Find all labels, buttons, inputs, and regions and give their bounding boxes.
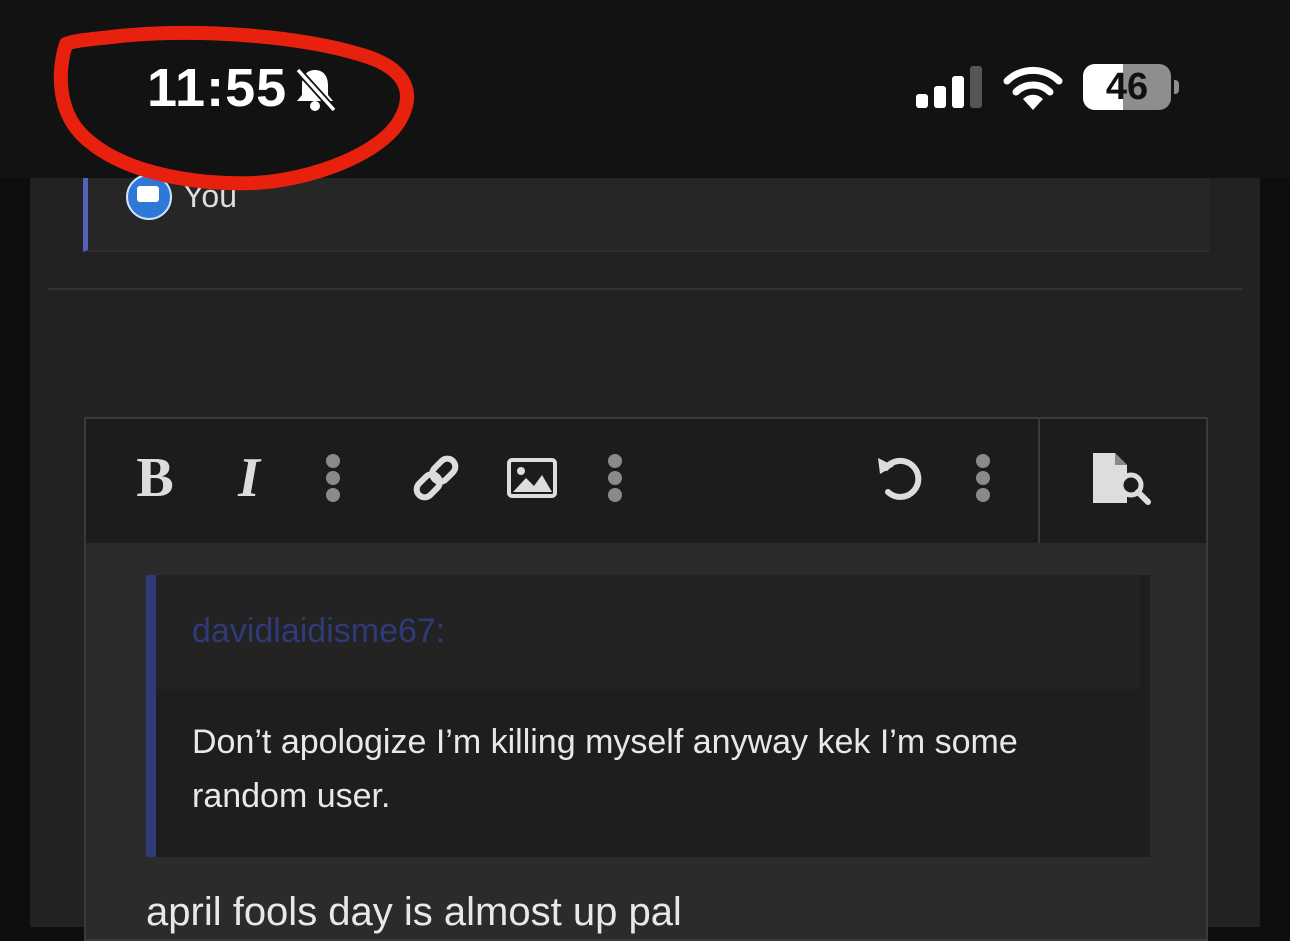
bold-icon: B	[136, 447, 174, 509]
signal-icon	[916, 66, 982, 108]
quote-header: davidlaidisme67:	[156, 575, 1140, 689]
bold-button[interactable]: B	[130, 447, 180, 509]
reply-username: You	[183, 178, 237, 214]
toolbar-divider	[1038, 419, 1040, 543]
undo-button[interactable]	[870, 447, 930, 509]
battery-icon: 46	[1083, 64, 1179, 112]
image-icon	[507, 458, 557, 498]
italic-icon: I	[238, 447, 260, 509]
post-divider	[48, 288, 1242, 290]
undo-icon	[878, 457, 922, 500]
quote-text: Don’t apologize I’m killing myself anywa…	[192, 723, 1018, 815]
compose-text[interactable]: april fools day is almost up pal	[146, 887, 682, 937]
quote-author[interactable]: davidlaidisme67:	[192, 611, 445, 651]
more-insert-button[interactable]	[600, 447, 630, 509]
image-button[interactable]	[502, 447, 562, 509]
editor-toolbar: B I	[86, 419, 1206, 543]
composer-editor[interactable]: B I davidlaidisme67: Don’t apologize I’m…	[84, 417, 1208, 941]
status-bar: 11:55 46	[0, 0, 1290, 178]
link-button[interactable]	[406, 447, 466, 509]
bell-slash-icon	[295, 67, 337, 113]
link-icon	[413, 455, 459, 501]
preview-button[interactable]	[1086, 447, 1156, 509]
avatar[interactable]	[126, 174, 172, 220]
more-vertical-icon	[608, 454, 622, 502]
forum-page: You B I davidlaidisme67: Don’t apologize…	[30, 174, 1260, 941]
battery-level: 46	[1105, 66, 1149, 108]
more-vertical-icon	[326, 454, 340, 502]
italic-button[interactable]: I	[224, 447, 274, 509]
reply-card[interactable]: You	[83, 174, 1210, 252]
status-time: 11:55	[147, 58, 288, 118]
more-vertical-icon	[976, 454, 990, 502]
wifi-icon	[1003, 66, 1063, 110]
quoted-post: davidlaidisme67: Don’t apologize I’m kil…	[146, 575, 1150, 857]
more-format-button[interactable]	[318, 447, 348, 509]
preview-icon	[1093, 453, 1151, 505]
more-actions-button[interactable]	[968, 447, 998, 509]
